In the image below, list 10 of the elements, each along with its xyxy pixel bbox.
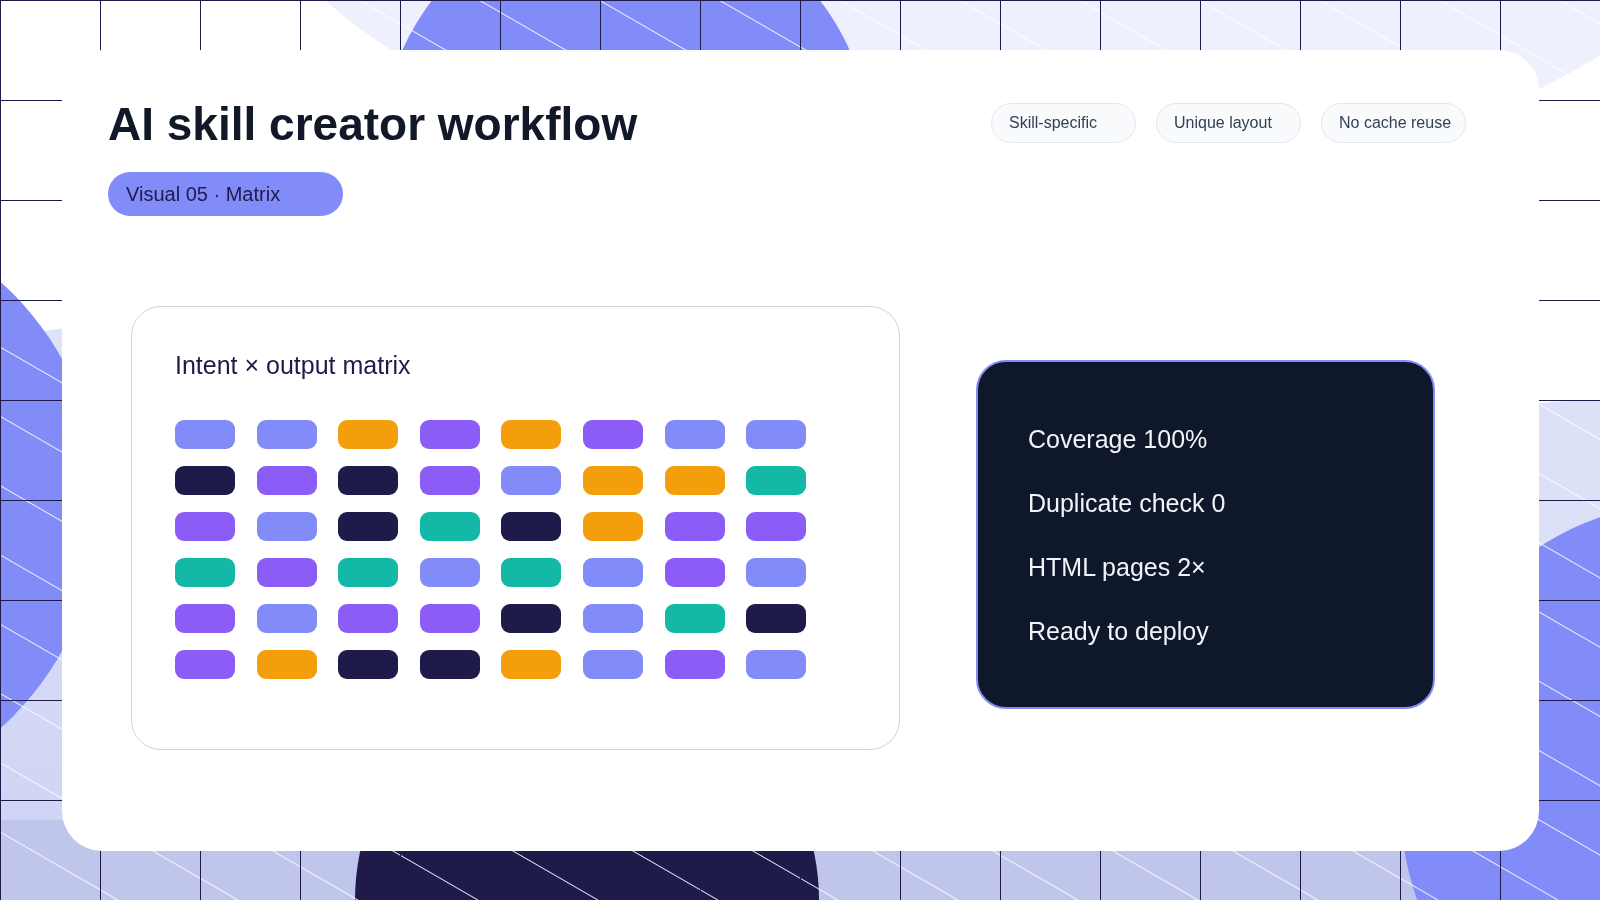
matrix-title: Intent × output matrix — [175, 350, 411, 380]
summary-line: Ready to deploy — [1028, 615, 1209, 646]
tag-chip: No cache reuse — [1321, 103, 1466, 143]
summary-line: HTML pages 2× — [1028, 551, 1206, 582]
summary-line: Duplicate check 0 — [1028, 487, 1226, 518]
tag-chip: Skill-specific — [991, 103, 1136, 143]
page-title: AI skill creator workflow — [108, 97, 638, 152]
tag-chip: Unique layout — [1156, 103, 1301, 143]
summary-line: Coverage 100% — [1028, 423, 1208, 454]
section-badge: Visual 05 · Matrix — [108, 172, 343, 216]
